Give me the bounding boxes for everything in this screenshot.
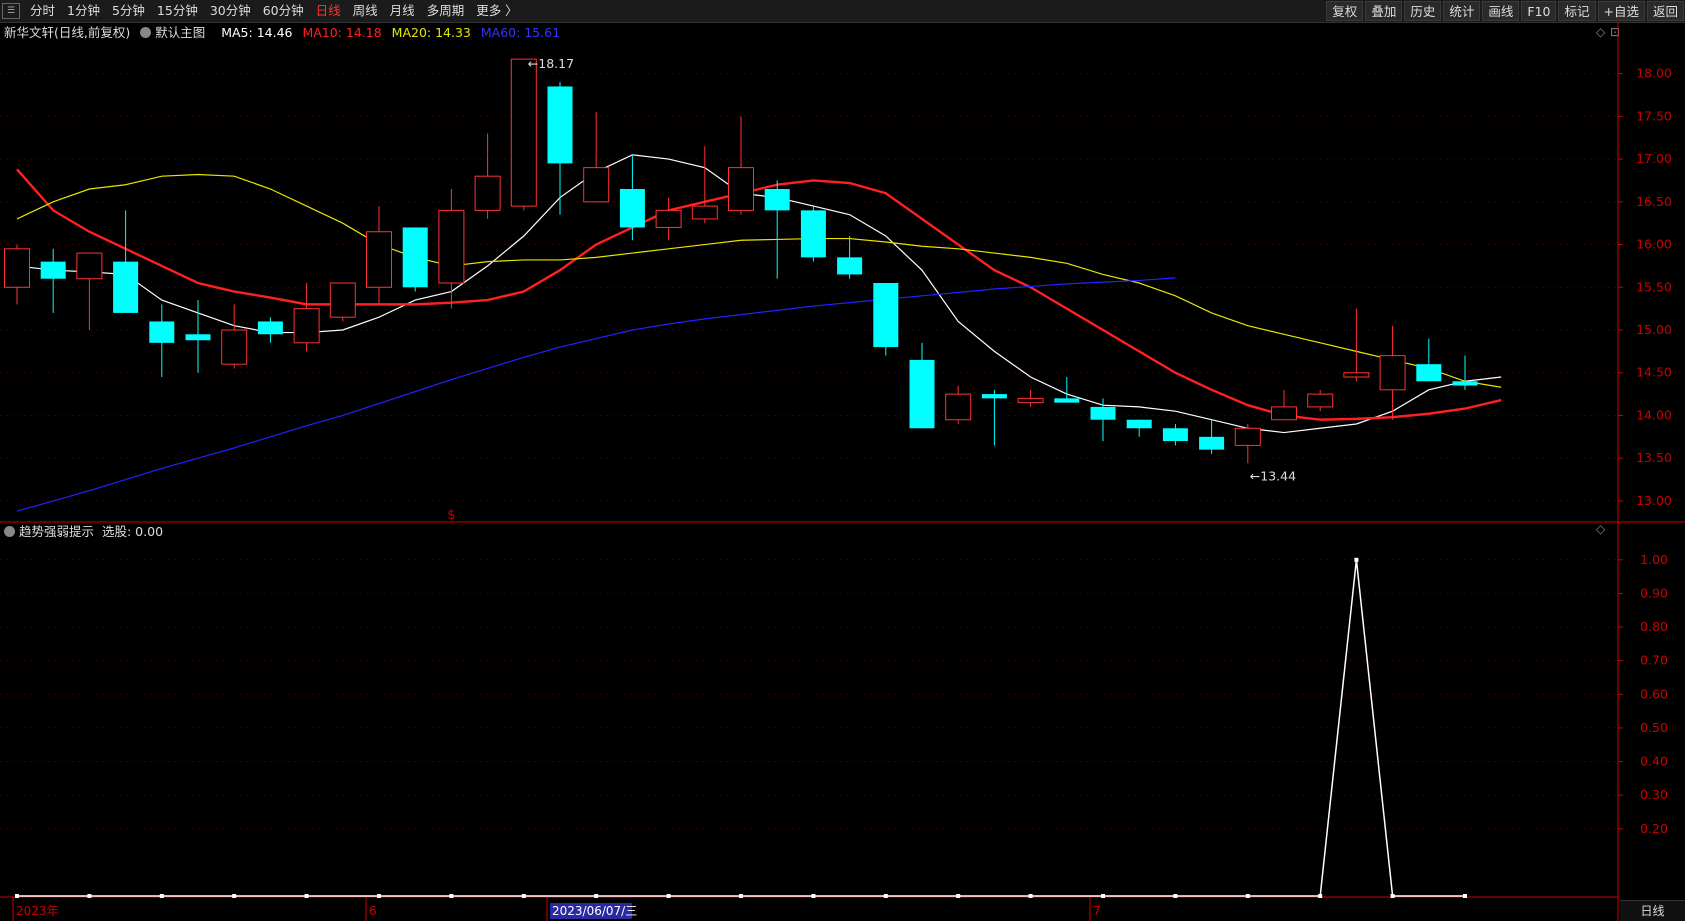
- y-tick-label: 13.00: [1636, 493, 1672, 508]
- candle-body: [1271, 406, 1297, 421]
- candle-body: [728, 167, 754, 211]
- candle-body: [257, 321, 283, 335]
- candle-body: [366, 231, 392, 288]
- indicator-point: [1173, 894, 1178, 898]
- x-tick-label: 6: [369, 904, 377, 918]
- y-tick-label: 1.00: [1640, 552, 1668, 567]
- indicator-point: [1390, 894, 1395, 898]
- candle-body: [438, 209, 465, 284]
- candle-body: [873, 283, 899, 348]
- indicator-point: [159, 894, 164, 898]
- indicator-point: [1318, 894, 1323, 898]
- ma-line-ma5: [16, 154, 1502, 434]
- candle-body: [510, 58, 537, 207]
- y-tick-label: 0.60: [1640, 686, 1668, 701]
- candle-body: [945, 393, 972, 421]
- indicator-point: [811, 894, 816, 898]
- candle-body: [1307, 393, 1334, 408]
- y-tick-label: 0.20: [1640, 821, 1668, 836]
- stock-chart[interactable]: 18.00 17.50 17.00 16.50 16.00 15.50 15.00 14.50…: [0, 0, 1685, 921]
- y-tick-label: 15.50: [1636, 279, 1672, 294]
- candle-body: [1054, 398, 1080, 403]
- candle-body: [40, 261, 66, 279]
- candle-body: [293, 308, 320, 344]
- candle-body: [1199, 436, 1225, 450]
- period-label: 日线: [1620, 900, 1685, 921]
- indicator-point: [87, 894, 92, 898]
- y-tick-label: 17.00: [1636, 151, 1672, 166]
- y-tick-label: 0.70: [1640, 653, 1668, 668]
- indicator-point: [1354, 557, 1359, 562]
- y-tick-label: 0.80: [1640, 619, 1668, 634]
- indicator-point: [232, 894, 237, 898]
- candle-body: [691, 205, 718, 220]
- indicator-point: [1463, 894, 1467, 898]
- candle-body: [1379, 355, 1406, 391]
- candle-body: [583, 167, 610, 203]
- candle-body: [1234, 427, 1261, 446]
- candle-body: [474, 175, 501, 211]
- candle-body: [4, 248, 30, 288]
- candle-body: [1162, 428, 1188, 442]
- y-tick-label: 0.30: [1640, 787, 1668, 802]
- indicator-point: [304, 894, 309, 898]
- candle-body: [329, 282, 356, 318]
- indicator-point: [521, 894, 526, 898]
- candle-body: [221, 329, 248, 365]
- x-tick-label: 7: [1093, 904, 1101, 918]
- y-tick-label: 14.50: [1636, 365, 1672, 380]
- candle-body: [655, 209, 682, 228]
- y-tick-label: 15.00: [1636, 322, 1672, 337]
- candle-body: [1343, 372, 1370, 378]
- candle-body: [837, 257, 863, 275]
- low-annotation: ←13.44: [1250, 468, 1296, 483]
- y-tick-label: 16.00: [1636, 237, 1672, 252]
- y-tick-label: 16.50: [1636, 194, 1672, 209]
- ma-line-ma10: [16, 168, 1502, 421]
- indicator-point: [449, 894, 454, 898]
- candle-body: [76, 252, 103, 280]
- high-annotation: ←18.17: [528, 56, 574, 71]
- y-tick-label: 0.90: [1640, 585, 1668, 600]
- candle-body: [149, 321, 175, 343]
- candle-body: [1126, 419, 1152, 429]
- candle-body: [909, 359, 935, 429]
- indicator-point: [1101, 894, 1105, 898]
- cursor-date-label: 2023/06/07/三: [552, 904, 637, 918]
- candle-body: [981, 394, 1007, 399]
- y-tick-label: 0.50: [1640, 720, 1668, 735]
- y-tick-label: 17.50: [1636, 108, 1672, 123]
- candle-body: [402, 227, 428, 288]
- signal-marker: $: [447, 508, 455, 523]
- candle-body: [113, 261, 139, 313]
- indicator-point: [1245, 894, 1250, 898]
- candle-body: [764, 189, 790, 211]
- indicator-point: [377, 894, 381, 898]
- candle-body: [1090, 406, 1116, 420]
- indicator-point: [666, 894, 671, 898]
- indicator-point: [1028, 894, 1033, 898]
- y-tick-label: 0.40: [1640, 754, 1668, 769]
- candle-body: [185, 334, 211, 341]
- y-tick-label: 18.00: [1636, 66, 1672, 81]
- candle-body: [800, 210, 826, 258]
- y-tick-label: 14.00: [1636, 407, 1672, 422]
- candle-body: [619, 189, 645, 228]
- indicator-point: [15, 894, 19, 898]
- indicator-point: [739, 894, 743, 898]
- indicator-point: [956, 894, 961, 898]
- indicator-point: [594, 894, 599, 898]
- candle-body: [547, 86, 573, 164]
- y-tick-label: 13.50: [1636, 450, 1672, 465]
- candle-body: [1017, 397, 1044, 404]
- candle-body: [1452, 381, 1478, 386]
- candle-body: [1416, 364, 1442, 382]
- x-tick-label: 2023年: [16, 904, 59, 918]
- indicator-point: [883, 894, 888, 898]
